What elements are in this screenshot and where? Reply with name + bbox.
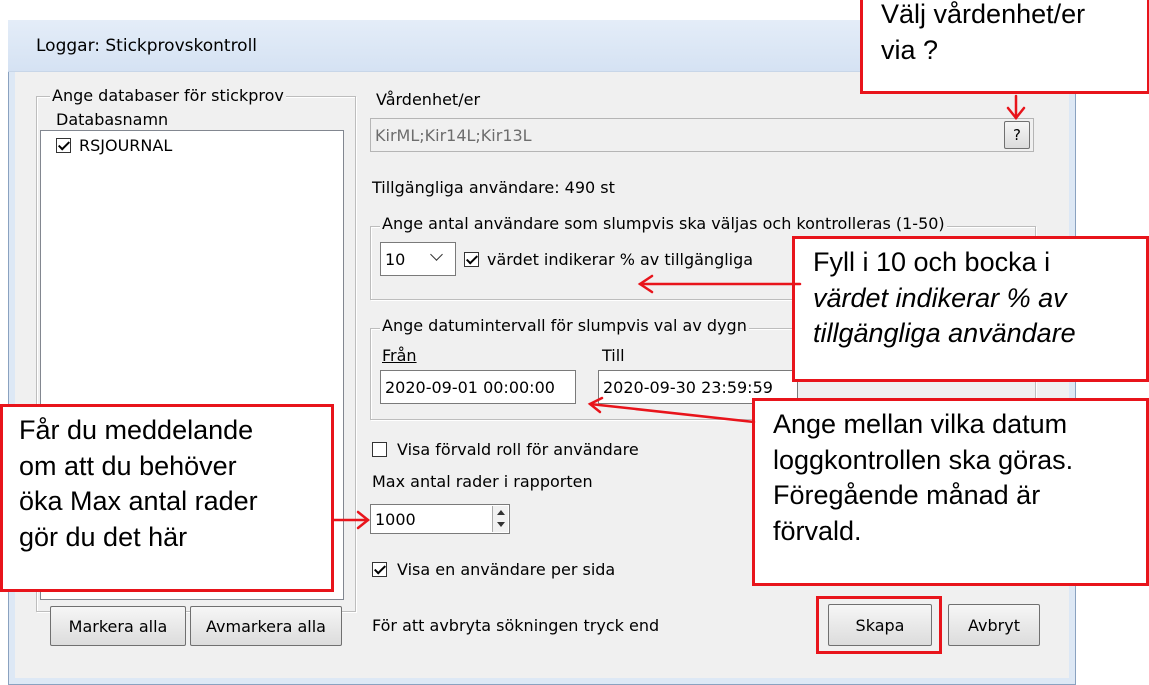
- one-user-per-page-label: Visa en användare per sida: [397, 560, 616, 579]
- to-label: Till: [602, 346, 625, 365]
- callout-max-rows: Får du meddelande om att du behöver öka …: [0, 404, 334, 592]
- max-rows-label: Max antal rader i rapporten: [372, 472, 593, 491]
- window-title: Loggar: Stickprovskontroll: [36, 36, 258, 56]
- create-button-highlight: [816, 596, 942, 654]
- one-user-per-page-option[interactable]: Visa en användare per sida: [372, 560, 615, 579]
- select-all-button[interactable]: Markera alla: [50, 606, 186, 646]
- callout-units: Välj vårdenhet/er via ?: [860, 0, 1149, 94]
- units-help-button[interactable]: ?: [1004, 121, 1030, 149]
- deselect-all-button[interactable]: Avmarkera alla: [190, 606, 342, 646]
- question-mark-icon: ?: [1013, 126, 1021, 144]
- available-users-text: Tillgängliga användare: 490 st: [372, 178, 615, 197]
- from-date-input[interactable]: 2020-09-01 00:00:00: [380, 370, 576, 404]
- database-checkbox[interactable]: [56, 138, 71, 153]
- from-label: Från: [382, 346, 417, 365]
- database-column-header: Databasnamn: [56, 110, 169, 129]
- one-user-per-page-checkbox[interactable]: [372, 562, 387, 577]
- chevron-down-icon[interactable]: [428, 248, 448, 268]
- units-label: Vårdenhet/er: [376, 90, 481, 109]
- spin-down-icon[interactable]: [497, 522, 505, 527]
- cancel-hint-text: För att avbryta sökningen tryck end: [372, 616, 660, 635]
- databases-legend: Ange databaser för stickprov: [50, 86, 286, 105]
- cancel-button[interactable]: Avbryt: [948, 604, 1040, 646]
- units-input[interactable]: KirML;Kir14L;Kir13L: [370, 118, 1034, 152]
- show-default-role-checkbox[interactable]: [372, 442, 387, 457]
- show-default-role-option[interactable]: Visa förvald roll för användare: [372, 440, 639, 459]
- callout-fill: Fyll i 10 och bocka i värdet indikerar %…: [792, 236, 1149, 382]
- show-default-role-label: Visa förvald roll för användare: [397, 440, 639, 459]
- percent-checkbox[interactable]: [464, 252, 479, 267]
- spin-up-icon[interactable]: [497, 510, 505, 515]
- callout-dates: Ange mellan vilka datum loggkontrollen s…: [752, 398, 1149, 586]
- date-range-legend: Ange datumintervall för slumpvis val av …: [380, 316, 749, 335]
- database-list-item[interactable]: RSJOURNAL: [56, 136, 172, 155]
- percent-option[interactable]: värdet indikerar % av tillgängliga: [464, 250, 753, 269]
- percent-label: värdet indikerar % av tillgängliga: [487, 250, 754, 269]
- database-name: RSJOURNAL: [79, 136, 173, 155]
- max-rows-input[interactable]: 1000: [370, 504, 510, 534]
- max-rows-spinner[interactable]: [492, 506, 508, 532]
- random-users-legend: Ange antal användare som slumpvis ska vä…: [380, 214, 947, 233]
